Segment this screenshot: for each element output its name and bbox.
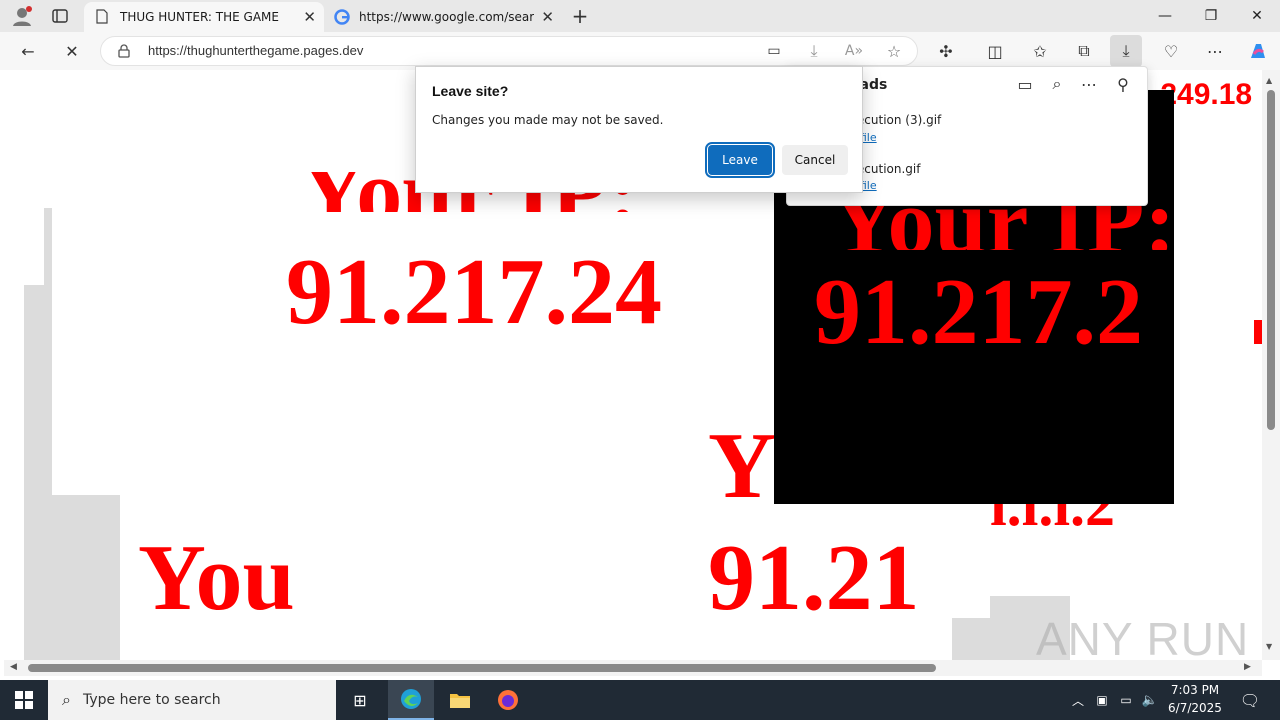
watermark: ANY RUN — [1036, 613, 1250, 665]
clock-time[interactable]: 7:03 PM — [1168, 683, 1222, 697]
horizontal-scrollbar[interactable]: ◀ ▶ — [4, 660, 1262, 676]
downloads-icon[interactable]: ⤓ — [1110, 35, 1142, 67]
chevron-up-icon[interactable]: ︿ — [1068, 680, 1088, 720]
app-available-icon[interactable]: ▭ — [758, 35, 790, 67]
close-tab-icon[interactable]: ✕ — [303, 8, 316, 26]
browser-essentials-icon[interactable]: ♡ — [1155, 35, 1187, 67]
scrollbar-thumb[interactable] — [28, 664, 936, 672]
pin-icon[interactable]: ⚲ — [1107, 68, 1139, 100]
split-screen-icon[interactable]: ◫ — [979, 35, 1011, 67]
favorite-star-icon[interactable]: ☆ — [878, 35, 910, 67]
search-icon[interactable]: ⌕ — [1041, 68, 1073, 100]
more-options-icon[interactable]: ⋯ — [1073, 68, 1105, 100]
folder-icon[interactable]: ▭ — [1009, 68, 1041, 100]
lock-icon[interactable] — [118, 43, 132, 59]
scrollbar-thumb[interactable] — [1267, 90, 1275, 430]
notifications-icon[interactable]: 🗨 — [1232, 680, 1268, 720]
tab-thug-hunter[interactable]: THUG HUNTER: THE GAME ✕ — [84, 2, 324, 32]
copilot-icon[interactable] — [1242, 35, 1274, 67]
scroll-up-icon[interactable]: ▲ — [1266, 76, 1272, 85]
favorites-icon[interactable]: ✩ — [1024, 35, 1056, 67]
your-ip-fragment: You — [138, 526, 295, 630]
minimize-button[interactable]: — — [1142, 0, 1188, 32]
grey-block — [24, 495, 120, 660]
leave-site-dialog: Leave site? Changes you made may not be … — [415, 66, 863, 193]
new-tab-button[interactable]: + — [567, 4, 593, 28]
search-icon: ⌕ — [62, 690, 71, 709]
profile-icon[interactable] — [8, 4, 36, 28]
clock-date[interactable]: 6/7/2025 — [1168, 701, 1222, 715]
tab-google-search[interactable]: https://www.google.com/search? ✕ — [324, 2, 562, 32]
volume-icon[interactable]: 🔈 — [1140, 680, 1160, 720]
extensions-icon[interactable]: ✣ — [930, 35, 962, 67]
file-explorer-icon[interactable] — [438, 680, 482, 720]
leave-button[interactable]: Leave — [705, 142, 775, 178]
download-icon[interactable]: ⤓ — [798, 35, 830, 67]
collections-icon[interactable]: ⧉ — [1068, 35, 1100, 67]
dialog-message: Changes you made may not be saved. — [432, 113, 664, 127]
task-view-icon[interactable]: ⊞ — [338, 680, 382, 720]
url-text[interactable]: https://thughunterthegame.pages.dev — [148, 43, 363, 58]
scroll-down-icon[interactable]: ▼ — [1266, 642, 1272, 651]
stop-loading-icon[interactable]: ✕ — [56, 35, 88, 67]
grey-block — [44, 208, 52, 288]
windows-start-icon[interactable] — [0, 680, 48, 720]
close-tab-icon[interactable]: ✕ — [541, 8, 554, 26]
vertical-scrollbar[interactable]: ▲ ▼ — [1262, 70, 1280, 660]
more-menu-icon[interactable]: ⋯ — [1199, 35, 1231, 67]
tab-title: https://www.google.com/search? — [359, 10, 534, 24]
dialog-title: Leave site? — [432, 83, 509, 99]
ip-address-fragment: 91.21 — [708, 526, 920, 630]
back-arrow-icon[interactable]: ← — [12, 35, 44, 67]
restore-button[interactable]: ❐ — [1188, 0, 1234, 32]
tab-title: THUG HUNTER: THE GAME — [120, 10, 279, 24]
cancel-button[interactable]: Cancel — [782, 145, 848, 175]
close-window-button[interactable]: ✕ — [1234, 0, 1280, 32]
google-icon — [334, 9, 350, 25]
read-aloud-icon[interactable]: A» — [838, 35, 870, 67]
firefox-icon[interactable] — [486, 680, 530, 720]
device-icon[interactable]: ▣ — [1092, 680, 1112, 720]
taskbar-search-box[interactable]: ⌕ Type here to search — [48, 680, 336, 720]
ip-address-text: 91.217.24 — [286, 240, 662, 344]
scroll-left-icon[interactable]: ◀ — [10, 662, 17, 672]
tab-actions-icon[interactable] — [46, 4, 74, 28]
scroll-right-icon[interactable]: ▶ — [1244, 662, 1251, 672]
ip-address-text: 91.217.2 — [814, 260, 1143, 364]
search-placeholder: Type here to search — [82, 692, 221, 708]
page-icon — [96, 9, 110, 25]
network-icon[interactable]: ▭ — [1116, 680, 1136, 720]
edge-taskbar-icon[interactable] — [388, 680, 434, 720]
red-dot — [1254, 320, 1262, 344]
letter-fragment: Y — [708, 414, 776, 518]
